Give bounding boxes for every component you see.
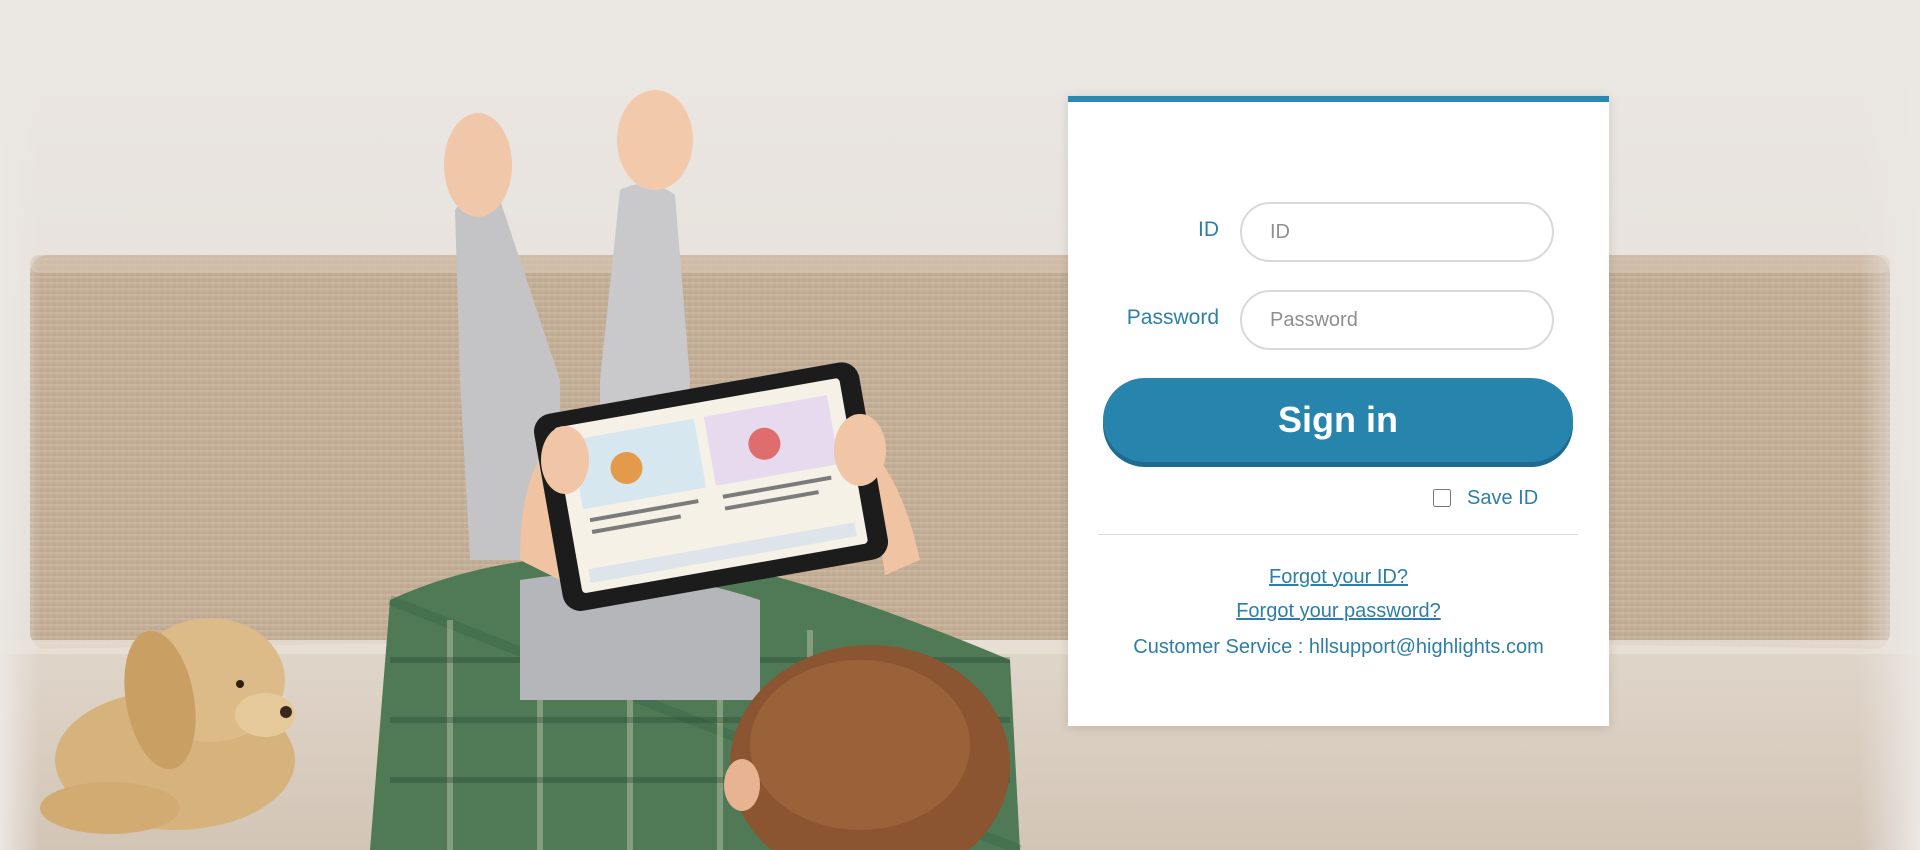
forgot-password-link[interactable]: Forgot your password? [1068,594,1609,628]
background-photo [0,0,1920,850]
sign-in-button[interactable]: Sign in [1103,378,1573,462]
login-page: ID Password Sign in Save ID Forgot your … [0,0,1920,850]
login-card: ID Password Sign in Save ID Forgot your … [1068,96,1609,726]
customer-service-text: Customer Service : hllsupport@highlights… [1133,636,1544,658]
save-id-label[interactable]: Save ID [1467,487,1538,510]
forgot-id-link[interactable]: Forgot your ID? [1068,560,1609,594]
id-field-row: ID [1068,202,1609,262]
id-input[interactable] [1240,202,1554,262]
save-id-checkbox[interactable] [1433,489,1451,507]
id-label: ID [1198,218,1219,241]
save-id-row: Save ID [1433,484,1538,512]
divider [1098,534,1578,535]
password-input[interactable] [1240,290,1554,350]
password-field-row: Password [1068,290,1609,350]
password-label: Password [1126,306,1219,329]
help-links: Forgot your ID? Forgot your password? Cu… [1068,560,1609,664]
